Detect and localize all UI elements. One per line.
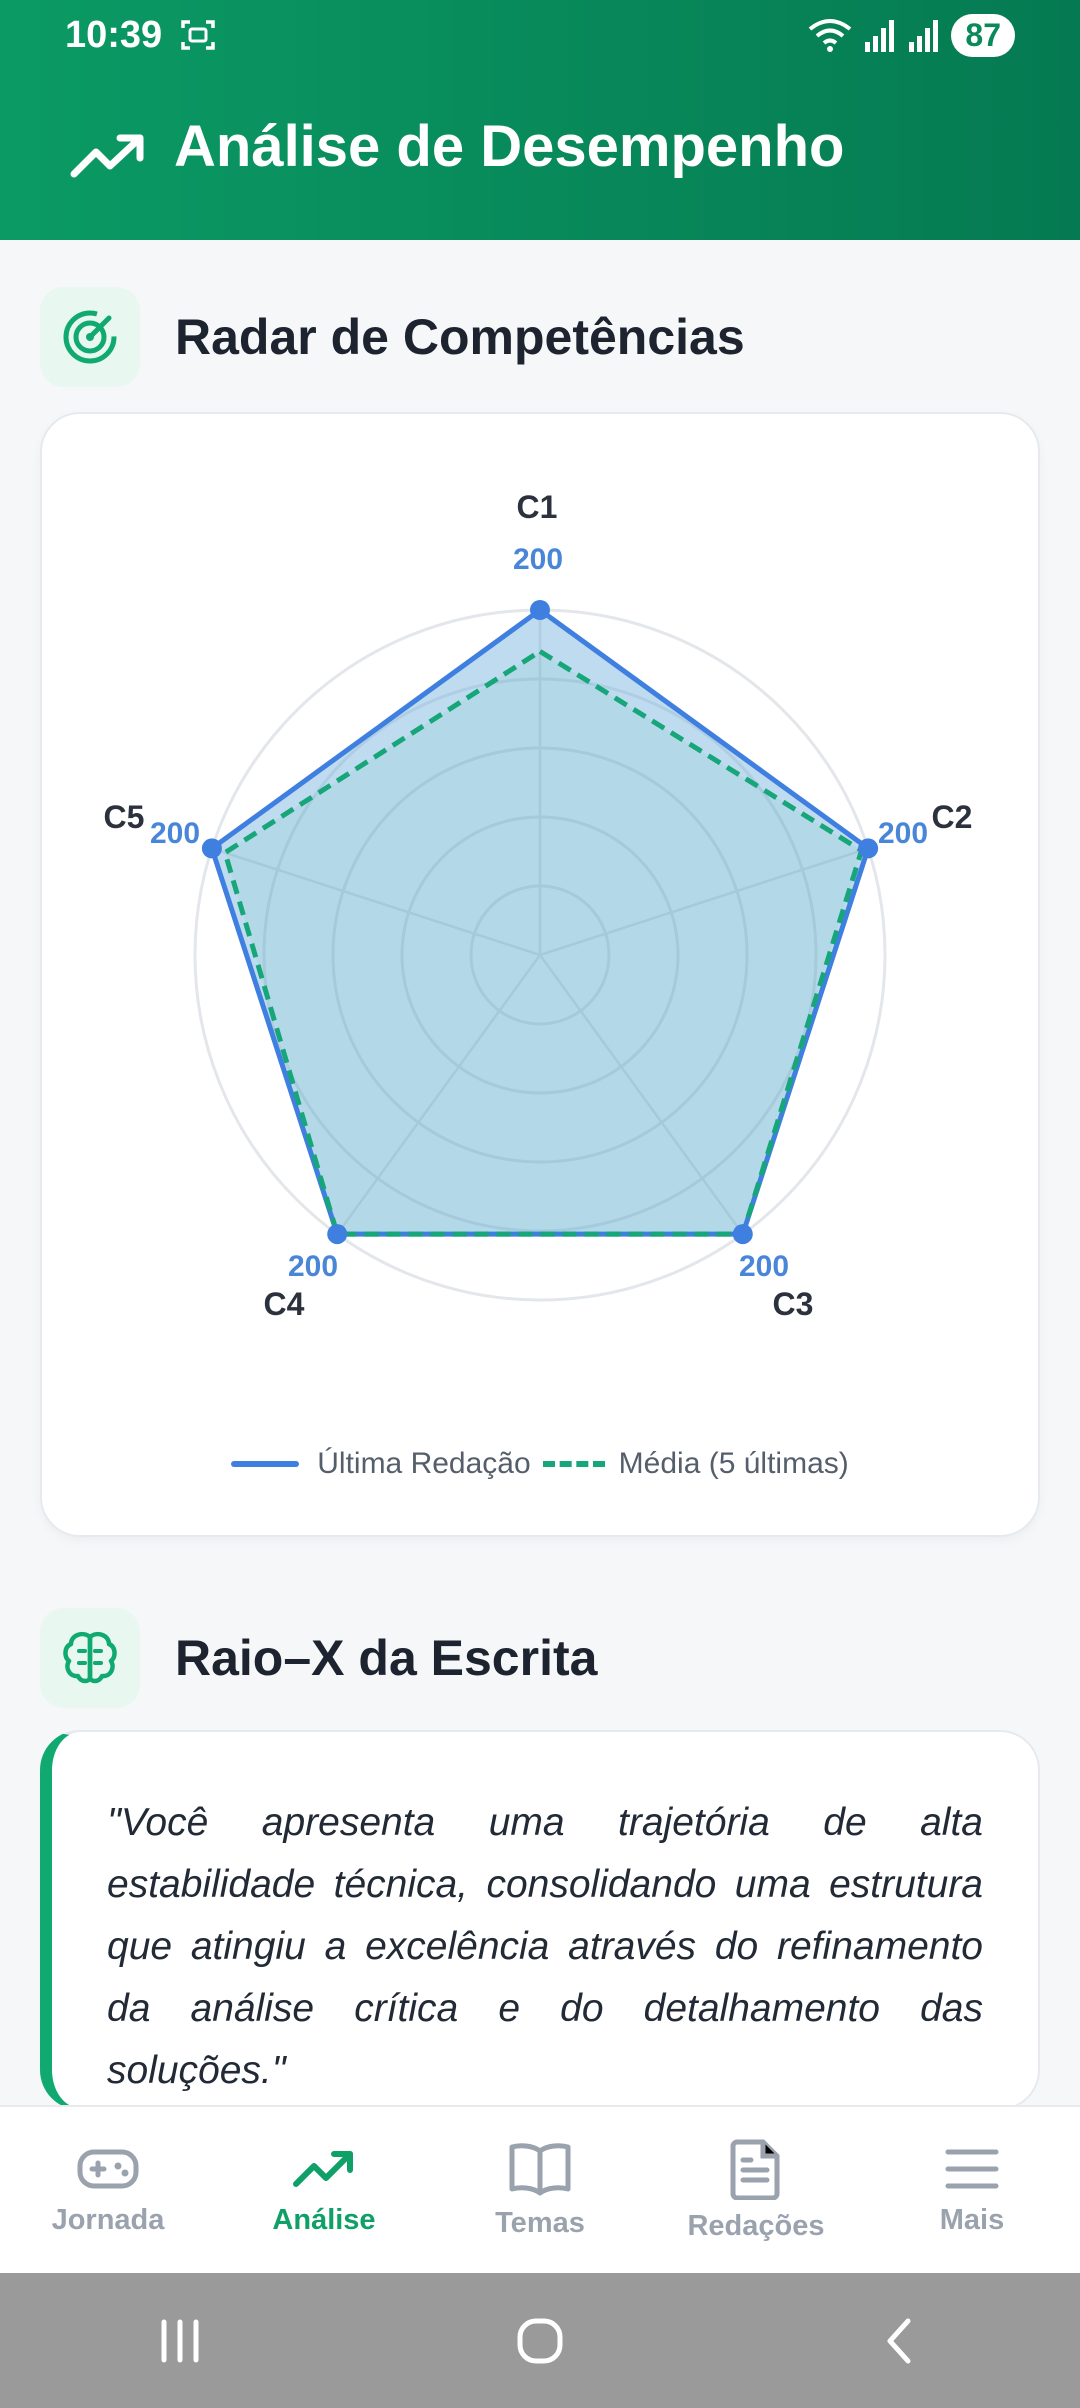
menu-icon <box>945 2149 999 2188</box>
radar-chart: C1200C2200C3200C4200C5 200 <box>104 489 973 1322</box>
axis-label-c2: C2 <box>932 799 973 835</box>
legend-latest: Última Redação <box>231 1447 531 1481</box>
recents-icon[interactable] <box>150 2316 210 2366</box>
radar-section-header: Radar de Competências <box>40 287 745 387</box>
back-icon[interactable] <box>870 2311 930 2371</box>
nav-label-temas: Temas <box>495 2206 585 2239</box>
value-label-c4: 200 <box>288 1250 338 1283</box>
series-latest-point-c2 <box>858 838 879 859</box>
home-icon[interactable] <box>510 2311 570 2371</box>
status-time: 10:39 <box>65 13 163 56</box>
legend-latest-swatch <box>231 1461 300 1467</box>
nav-temas[interactable]: Temas <box>440 2141 640 2240</box>
bottom-navigation: Jornada Análise Temas Redações Mais <box>0 2105 1080 2273</box>
radar-icon <box>63 310 117 364</box>
gamepad-icon <box>77 2149 139 2188</box>
nav-label-analise: Análise <box>272 2203 376 2236</box>
value-label-c5: 200 <box>150 817 200 850</box>
axis-label-c4: C4 <box>264 1286 305 1322</box>
signal-icon-2 <box>909 20 939 52</box>
radar-icon-box <box>40 287 140 387</box>
nav-label-jornada: Jornada <box>51 2203 165 2236</box>
legend-average-label: Média (5 últimas) <box>618 1447 849 1480</box>
brain-icon-box <box>40 1608 140 1708</box>
wifi-icon <box>809 19 852 52</box>
document-icon <box>730 2139 780 2200</box>
value-label-c2: 200 <box>878 817 928 850</box>
axis-label-c5: C5 <box>104 799 145 835</box>
nav-redacoes[interactable]: Redações <box>656 2138 856 2243</box>
system-navigation-bar <box>0 2273 1080 2408</box>
nav-analise[interactable]: Análise <box>224 2144 424 2237</box>
value-label-c1: 200 <box>513 543 563 576</box>
trending-up-icon <box>70 134 144 178</box>
book-icon <box>509 2142 571 2195</box>
signal-icon <box>865 20 895 52</box>
xray-section-title: Raio–X da Escrita <box>175 1630 598 1686</box>
xray-quote-card: "Você apresenta uma trajetória de alta e… <box>40 1730 1040 2110</box>
value-label-c3: 200 <box>739 1250 789 1283</box>
trending-up-icon <box>293 2150 353 2187</box>
nav-label-mais: Mais <box>939 2203 1005 2236</box>
axis-label-c1: C1 <box>517 489 558 525</box>
nav-label-redacoes: Redações <box>687 2209 825 2242</box>
xray-section-header: Raio–X da Escrita <box>40 1608 597 1708</box>
chart-legend: Última Redação Média (5 últimas) <box>0 1447 1080 1481</box>
series-latest-point-c4 <box>327 1224 348 1245</box>
series-latest-point-c1 <box>530 600 550 620</box>
brain-icon <box>63 1631 117 1684</box>
battery-indicator: 87 <box>951 13 1015 57</box>
nav-jornada[interactable]: Jornada <box>8 2144 208 2237</box>
legend-average: Média (5 últimas) <box>542 1447 849 1481</box>
axis-label-c3: C3 <box>773 1286 814 1322</box>
screenshot-icon <box>181 20 215 50</box>
status-bar: 10:39 87 <box>0 0 1080 70</box>
xray-quote-text: "Você apresenta uma trajetória de alta e… <box>107 1801 983 2092</box>
series-latest-point-c3 <box>732 1224 753 1245</box>
series-latest-point-c5 <box>201 838 222 859</box>
radar-section-title: Radar de Competências <box>175 309 745 365</box>
series-average-line <box>222 648 865 1237</box>
legend-latest-label: Última Redação <box>317 1447 531 1480</box>
nav-mais[interactable]: Mais <box>872 2144 1072 2237</box>
page-title: Análise de Desempenho <box>174 114 845 179</box>
legend-average-swatch <box>542 1461 605 1467</box>
